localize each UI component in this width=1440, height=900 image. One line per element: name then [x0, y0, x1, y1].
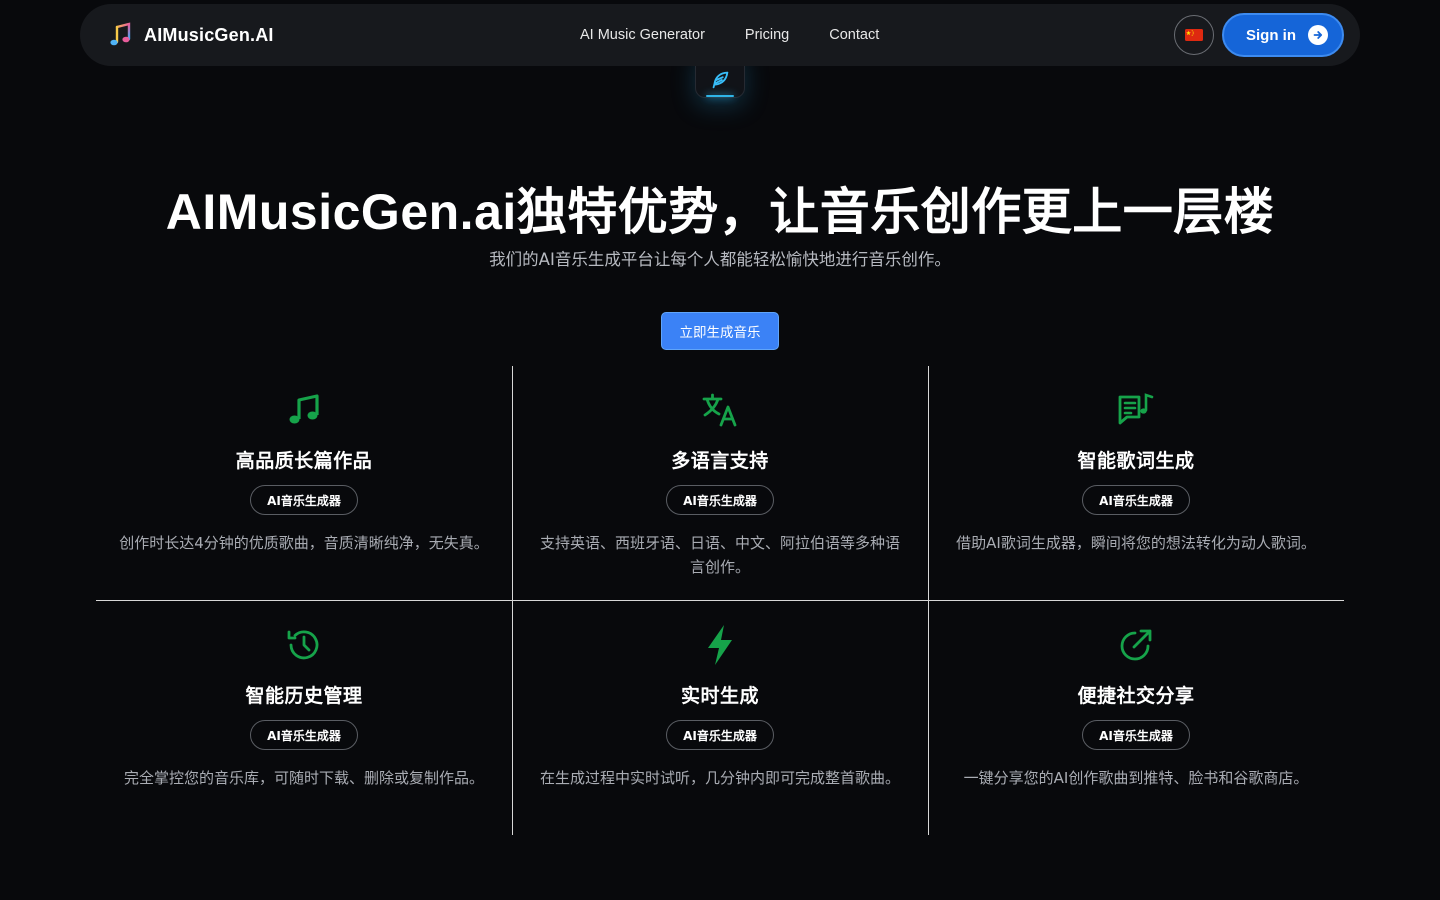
feature-description: 借助AI歌词生成器，瞬间将您的想法转化为动人歌词。: [956, 534, 1316, 552]
feature-grid: 高品质长篇作品 AI音乐生成器 创作时长达4分钟的优质歌曲，音质清晰纯净，无失真…: [96, 366, 1344, 835]
translate-icon: [700, 390, 740, 430]
lightning-icon: [700, 625, 740, 665]
brand-logo[interactable]: AIMusicGen.AI: [108, 22, 274, 48]
feature-description: 一键分享您的AI创作歌曲到推特、脸书和谷歌商店。: [963, 769, 1309, 787]
feather-icon: [712, 71, 729, 89]
feature-description: 完全掌控您的音乐库，可随时下载、删除或复制作品。: [123, 769, 484, 787]
nav-link-pricing[interactable]: Pricing: [745, 27, 789, 43]
feature-title: 便捷社交分享: [1077, 685, 1195, 707]
history-icon: [284, 625, 324, 665]
sign-in-button[interactable]: Sign in: [1222, 13, 1344, 57]
generate-music-button[interactable]: 立即生成音乐: [661, 312, 779, 350]
arrow-right-icon: [1308, 25, 1328, 45]
hero-subtitle: 我们的AI音乐生成平台让每个人都能轻松愉快地进行音乐创作。: [489, 250, 951, 269]
lyrics-icon: [1116, 390, 1156, 430]
nav-actions: Sign in: [1174, 13, 1344, 57]
feature-badge: AI音乐生成器: [250, 720, 358, 750]
feature-description: 创作时长达4分钟的优质歌曲，音质清晰纯净，无失真。: [119, 534, 489, 552]
feature-title: 实时生成: [680, 685, 759, 707]
feature-badge: AI音乐生成器: [1082, 720, 1190, 750]
feature-title: 智能歌词生成: [1077, 450, 1195, 472]
feature-card-history: 智能历史管理 AI音乐生成器 完全掌控您的音乐库，可随时下载、删除或复制作品。: [96, 601, 512, 835]
feature-card-quality: 高品质长篇作品 AI音乐生成器 创作时长达4分钟的优质歌曲，音质清晰纯净，无失真…: [96, 366, 512, 600]
hero-title: AIMusicGen.ai独特优势，让音乐创作更上一层楼: [165, 184, 1275, 240]
feature-description: 支持英语、西班牙语、日语、中文、阿拉伯语等多种语言创作。: [539, 534, 900, 576]
nav-link-contact[interactable]: Contact: [829, 27, 879, 43]
feature-badge: AI音乐生成器: [666, 720, 774, 750]
feature-badge: AI音乐生成器: [250, 485, 358, 515]
page: AIMusicGen.AI AI Music Generator Pricing…: [0, 0, 1440, 900]
china-flag-icon: [1185, 29, 1203, 41]
feature-title: 智能历史管理: [245, 685, 363, 707]
music-note-logo-icon: [110, 22, 131, 46]
feature-card-realtime: 实时生成 AI音乐生成器 在生成过程中实时试听，几分钟内即可完成整首歌曲。: [512, 601, 928, 835]
feature-card-multilingual: 多语言支持 AI音乐生成器 支持英语、西班牙语、日语、中文、阿拉伯语等多种语言创…: [512, 366, 928, 600]
sign-in-label: Sign in: [1246, 26, 1296, 44]
nav-links: AI Music Generator Pricing Contact: [580, 27, 879, 43]
language-switch-button[interactable]: [1174, 15, 1214, 55]
feature-title: 高品质长篇作品: [235, 450, 373, 472]
glow-line: [706, 95, 734, 97]
feature-badge: AI音乐生成器: [1082, 485, 1190, 515]
feature-badge: AI音乐生成器: [666, 485, 774, 515]
brand-name: AIMusicGen.AI: [144, 24, 274, 45]
nav-link-ai-music-generator[interactable]: AI Music Generator: [580, 27, 705, 43]
feature-card-sharing: 便捷社交分享 AI音乐生成器 一键分享您的AI创作歌曲到推特、脸书和谷歌商店。: [928, 601, 1344, 835]
feature-title: 多语言支持: [671, 450, 769, 472]
share-icon: [1116, 625, 1156, 665]
music-note-icon: [284, 390, 324, 430]
feature-card-lyrics: 智能歌词生成 AI音乐生成器 借助AI歌词生成器，瞬间将您的想法转化为动人歌词。: [928, 366, 1344, 600]
navbar: AIMusicGen.AI AI Music Generator Pricing…: [80, 4, 1360, 66]
feature-description: 在生成过程中实时试听，几分钟内即可完成整首歌曲。: [539, 769, 900, 787]
